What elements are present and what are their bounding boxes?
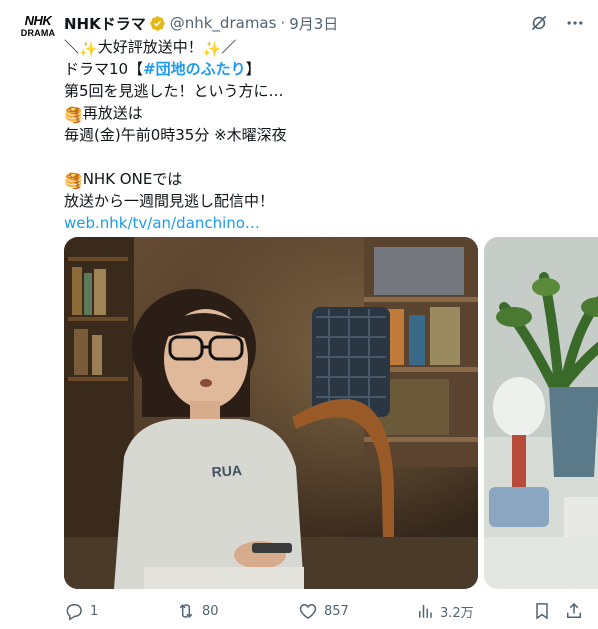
retweet-action[interactable]: 80 [176,601,219,621]
avatar[interactable]: NHK DRAMA [18,14,58,54]
bookmark-icon[interactable] [532,601,552,621]
sparkles-emoji: ✨ [79,40,98,58]
share-action[interactable] [564,601,584,621]
views-count: 3.2万 [440,605,474,621]
tweet-line-7: 放送から一週間見逃し配信中！ [64,192,275,210]
sparkles-emoji: ✨ [202,40,222,58]
avatar-logo-line1: NHK [24,13,52,28]
external-link[interactable]: web.nhk/tv/an/danchino… [64,214,260,232]
media-image-2[interactable] [484,237,598,589]
reply-count: 1 [90,603,99,619]
more-icon[interactable] [564,12,586,34]
bookmark-action[interactable] [532,601,552,621]
tweet-header: NHKドラマ @nhk_dramas · 9月3日 [64,12,338,34]
separator-dot: · [280,14,286,32]
tweet-date[interactable]: 9月3日 [289,13,338,34]
author-name[interactable]: NHKドラマ [64,13,146,34]
tweet-line-5: 毎週(金)午前0時35分 ※木曜深夜 [64,126,287,144]
tweet-actions-bar: 1 80 857 3.2万 [64,599,584,623]
text-segment: ＼ [64,38,80,56]
text-segment: ドラマ10【 [64,60,144,78]
views-action[interactable]: 3.2万 [416,602,474,621]
grok-icon[interactable] [528,12,550,34]
reply-icon[interactable] [64,601,84,621]
text-segment: 大好評放送中！ [97,38,203,56]
retweet-count: 80 [202,603,219,619]
tweet-text: ＼✨大好評放送中！✨／ ドラマ10【#団地のふたり】 第5回を見逃した！という方… [64,36,584,234]
tweet-line-3: 第5回を見逃した！という方に… [64,82,284,100]
views-icon[interactable] [416,602,434,620]
tweet-line-8: web.nhk/tv/an/danchino… [64,212,584,234]
tweet-line-6: 🥞NHK ONEでは [64,168,584,190]
verified-badge-icon[interactable] [149,15,166,32]
tweet-line-4: 🥞再放送は [64,102,584,124]
tweet-line-1: ＼✨大好評放送中！✨／ [64,36,584,58]
tweet-line-2: ドラマ10【#団地のふたり】 [64,58,584,80]
media-carousel: RUA [64,237,598,589]
retweet-icon[interactable] [176,601,196,621]
text-segment: NHK ONEでは [82,170,183,188]
media-image-1[interactable]: RUA [64,237,478,589]
pancake-emoji: 🥞 [64,106,83,124]
reply-action[interactable]: 1 [64,601,98,621]
author-handle[interactable]: @nhk_dramas [170,14,277,32]
text-segment: ／ [221,38,237,56]
like-count: 857 [324,603,349,619]
text-segment: 】 [245,60,261,78]
hashtag-link[interactable]: #団地のふたり [143,60,246,78]
like-action[interactable]: 857 [298,601,349,621]
avatar-logo-line2: DRAMA [20,28,56,38]
pancake-emoji: 🥞 [64,172,83,190]
text-segment: 再放送は [82,104,143,122]
svg-text:RUA: RUA [211,462,242,480]
share-icon[interactable] [564,601,584,621]
like-icon[interactable] [298,601,318,621]
tweet-top-actions [528,12,586,34]
